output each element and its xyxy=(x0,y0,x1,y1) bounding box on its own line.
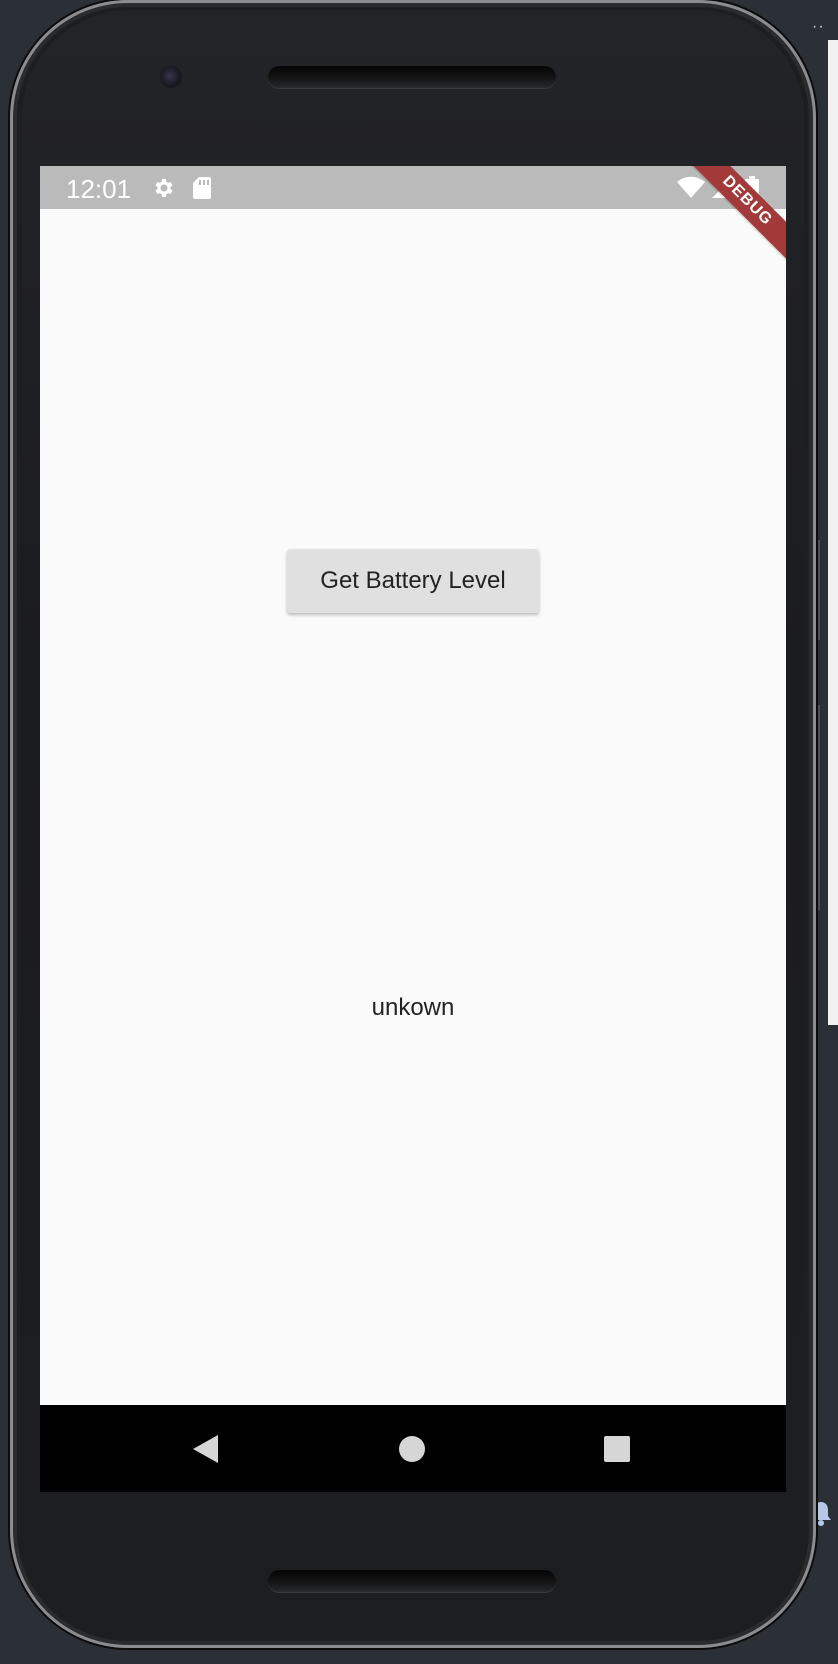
recents-button[interactable] xyxy=(572,1405,662,1492)
get-battery-level-button[interactable]: Get Battery Level xyxy=(287,549,539,613)
gear-icon xyxy=(155,179,173,197)
bottom-speaker xyxy=(268,1570,556,1592)
home-icon xyxy=(399,1435,425,1462)
back-icon xyxy=(193,1434,218,1463)
app-content: Get Battery Level unkown xyxy=(40,209,786,1405)
recents-icon xyxy=(604,1435,630,1462)
front-camera xyxy=(160,66,182,88)
scrollbar-track xyxy=(817,540,820,640)
device-screen: 12:01 DEBUG Get Battery Level unkown xyxy=(40,166,786,1492)
battery-level-text: unkown xyxy=(371,994,455,1021)
wifi-off-icon xyxy=(677,176,705,199)
more-options-icon[interactable]: ·· xyxy=(812,18,825,36)
navigation-bar xyxy=(40,1405,786,1492)
sd-card-icon xyxy=(193,177,211,199)
ide-bottom-band xyxy=(0,1648,838,1664)
status-time: 12:01 xyxy=(66,174,132,204)
scrollbar-track xyxy=(817,705,820,910)
back-button[interactable] xyxy=(160,1405,250,1492)
top-speaker xyxy=(268,66,556,88)
home-button[interactable] xyxy=(367,1405,457,1492)
ide-side-panel xyxy=(828,40,838,1025)
status-bar: 12:01 DEBUG xyxy=(40,166,786,271)
